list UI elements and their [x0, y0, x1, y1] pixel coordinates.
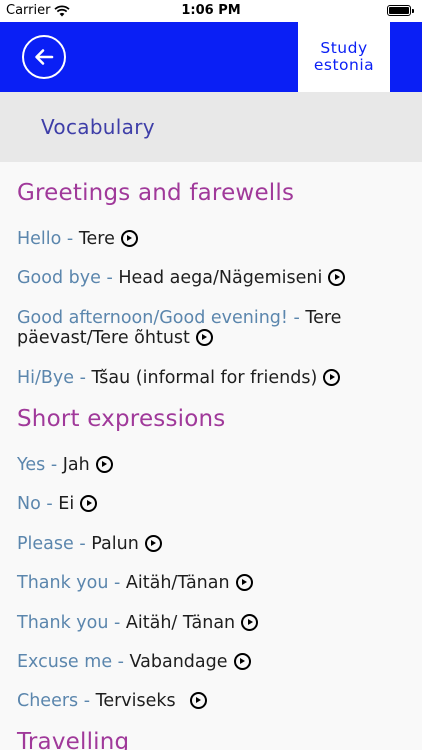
brand-line2: estonia — [313, 56, 375, 74]
phrase-separator: - — [108, 613, 126, 633]
phrase-item: Good bye - Head aega/Nägemiseni — [17, 268, 417, 288]
play-icon[interactable] — [328, 269, 346, 286]
play-icon[interactable] — [195, 329, 213, 346]
play-icon[interactable] — [120, 230, 138, 247]
battery-tip — [412, 8, 414, 13]
vocabulary-list: Greetings and farewells Hello - Tere Goo… — [0, 162, 422, 750]
phrase-estonian: Aitäh/ Tänan — [125, 613, 236, 633]
phrase-english: Hello — [17, 229, 62, 249]
phrase-item: Hello - Tere — [17, 229, 417, 249]
section-title: Vocabulary — [41, 115, 155, 139]
category-heading: Travelling — [17, 729, 130, 750]
play-icon[interactable] — [241, 614, 259, 631]
phrase-estonian: Terviseks — [95, 691, 176, 711]
phrase-english: Cheers — [17, 691, 79, 711]
phrase-separator: - — [112, 652, 130, 672]
phrase-item: Good afternoon/Good evening! - Tere päev… — [17, 308, 417, 348]
phrase-item: Please - Palun — [17, 534, 417, 554]
app-header: Study estonia — [0, 22, 422, 92]
play-icon[interactable] — [233, 653, 251, 670]
section-bar: Vocabulary — [0, 92, 422, 162]
phrase-estonian: Jah — [62, 455, 90, 475]
back-button[interactable] — [22, 35, 66, 79]
phrase-english: Please — [17, 534, 74, 554]
phrase-english: Thank you — [17, 573, 109, 593]
status-bar: Carrier 1:06 PM — [0, 0, 422, 22]
phrase-english: Thank you — [17, 613, 109, 633]
phrase-english: Hi/Bye — [17, 368, 75, 388]
play-icon[interactable] — [95, 456, 113, 473]
phrase-item: Thank you - Aitäh/ Tänan — [17, 613, 417, 633]
phrase-english: Good afternoon/Good evening! — [17, 308, 288, 328]
phrase-item: Hi/Bye - Tšau (informal for friends) — [17, 368, 417, 388]
phrase-item: Excuse me - Vabandage — [17, 652, 417, 672]
phrase-separator: - — [74, 368, 92, 388]
phrase-separator: - — [45, 455, 63, 475]
battery-fill — [389, 7, 409, 14]
phrase-item: Cheers - Terviseks — [17, 691, 417, 711]
phrase-separator: - — [100, 268, 119, 288]
phrase-item: Thank you - Aitäh/Tänan — [17, 573, 417, 593]
play-icon[interactable] — [189, 692, 207, 709]
play-icon[interactable] — [323, 369, 341, 386]
battery-body — [387, 5, 411, 16]
phrase-separator: - — [108, 573, 126, 593]
brand-line1: Study — [320, 39, 368, 57]
phrase-english: No — [17, 494, 41, 514]
play-icon[interactable] — [144, 535, 162, 552]
phrase-estonian: Ei — [58, 494, 75, 514]
phrase-estonian: Head aega/Nägemiseni — [118, 268, 323, 288]
brand-logo: Study estonia — [298, 22, 390, 92]
phrase-estonian: Vabandage — [129, 652, 228, 672]
category-heading: Short expressions — [17, 406, 226, 432]
phrase-separator: - — [61, 229, 79, 249]
phrase-estonian: Palun — [91, 534, 139, 554]
phrase-item: No - Ei — [17, 494, 417, 514]
play-icon[interactable] — [235, 574, 253, 591]
phrase-separator: - — [73, 534, 92, 554]
phrase-separator: - — [287, 308, 306, 328]
phrase-separator: - — [78, 691, 96, 711]
phrase-estonian: Aitäh/Tänan — [125, 573, 230, 593]
phrase-english: Excuse me — [17, 652, 113, 672]
phrase-english: Good bye — [17, 268, 101, 288]
arrow-left-icon — [35, 49, 54, 65]
clock: 1:06 PM — [181, 3, 241, 18]
phrase-estonian: Tere — [78, 229, 115, 249]
play-icon[interactable] — [80, 495, 98, 512]
category-heading: Greetings and farewells — [17, 180, 295, 206]
phrase-item: Yes - Jah — [17, 455, 417, 475]
phrase-english: Yes — [17, 455, 46, 475]
phrase-separator: - — [40, 494, 59, 514]
phrase-estonian: Tšau (informal for friends) — [91, 368, 318, 388]
battery-icon — [387, 5, 414, 16]
